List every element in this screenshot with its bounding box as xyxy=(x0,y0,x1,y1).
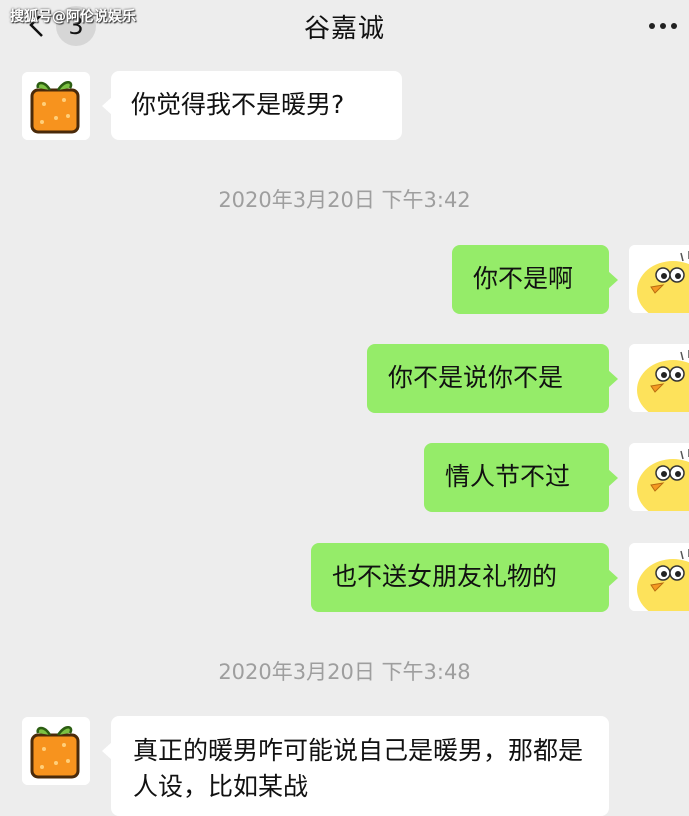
message-bubble-incoming[interactable]: 真正的暖男咋可能说自己是暖男，那都是人设，比如某战 xyxy=(102,716,609,816)
orange-cube-avatar-icon xyxy=(22,717,90,785)
orange-cube-avatar-icon xyxy=(22,72,90,140)
message-bubble-outgoing[interactable]: 你不是啊 xyxy=(452,245,618,314)
message-bubble-incoming[interactable]: 你觉得我不是暖男? xyxy=(102,71,402,140)
message-text: 也不送女朋友礼物的 xyxy=(332,562,558,591)
timestamp: 2020年3月20日 下午3:42 xyxy=(218,188,471,212)
message-bubble-outgoing[interactable]: 情人节不过 xyxy=(424,443,618,512)
chat-title: 谷嘉诚 xyxy=(303,14,385,44)
message-bubble-outgoing[interactable]: 你不是说你不是 xyxy=(367,344,618,413)
timestamp: 2020年3月20日 下午3:48 xyxy=(218,660,471,684)
yellow-chick-avatar-icon xyxy=(629,543,689,611)
message-text: 你觉得我不是暖男? xyxy=(131,90,345,119)
message-text: 你不是说你不是 xyxy=(388,363,564,392)
top-bar: 3 搜狐号@阿伦说娱乐 谷嘉诚 xyxy=(0,0,689,52)
message-text: 真正的暖男咋可能说自己是暖男，那都是人设，比如某战 xyxy=(133,736,584,801)
my-avatar[interactable] xyxy=(629,344,689,412)
yellow-chick-avatar-icon xyxy=(629,344,689,412)
contact-avatar[interactable] xyxy=(22,717,90,785)
contact-avatar[interactable] xyxy=(22,72,90,140)
my-avatar[interactable] xyxy=(629,443,689,511)
message-text: 你不是啊 xyxy=(473,264,574,293)
yellow-chick-avatar-icon xyxy=(629,443,689,511)
more-options-icon[interactable] xyxy=(645,14,681,38)
yellow-chick-avatar-icon xyxy=(629,245,689,313)
message-text: 情人节不过 xyxy=(445,462,571,491)
my-avatar[interactable] xyxy=(629,543,689,611)
my-avatar[interactable] xyxy=(629,245,689,313)
message-bubble-outgoing[interactable]: 也不送女朋友礼物的 xyxy=(311,543,618,612)
